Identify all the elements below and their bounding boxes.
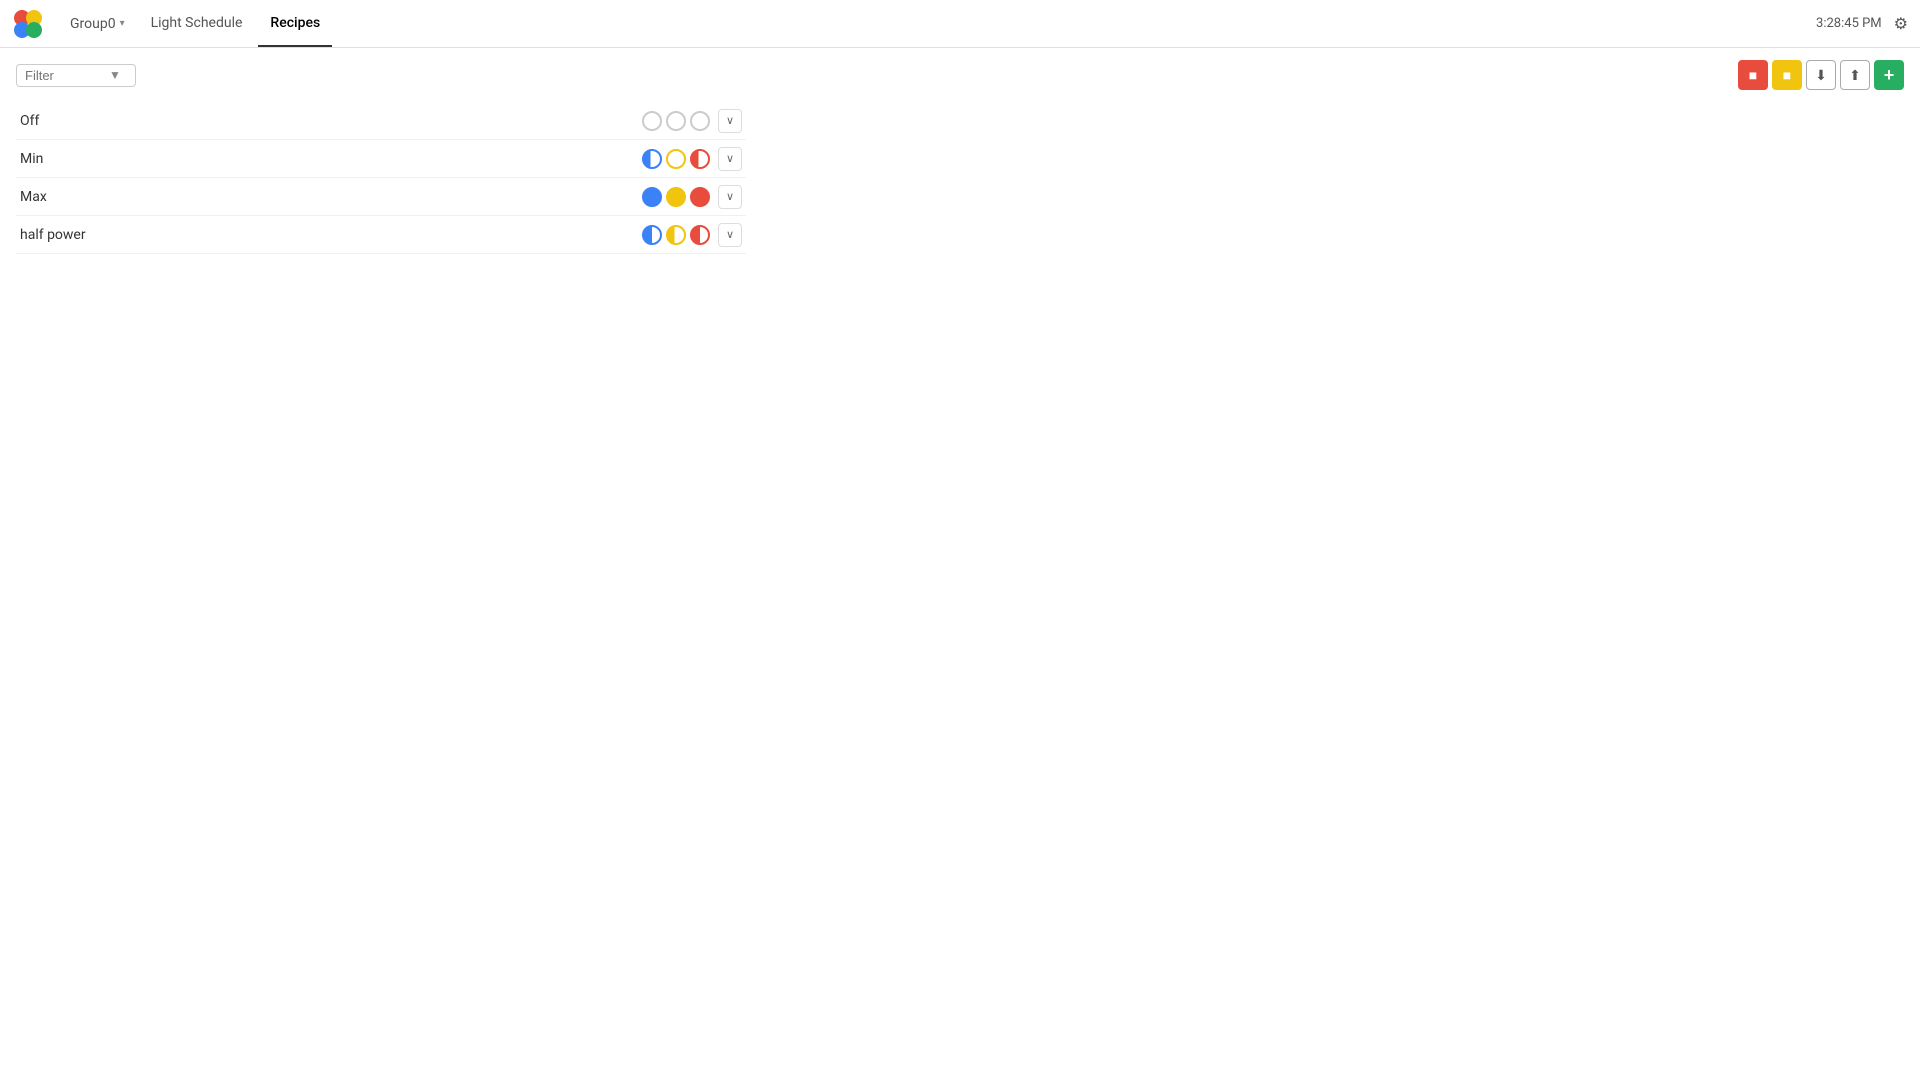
recipe-row[interactable]: Off ∨: [16, 102, 746, 140]
expand-off[interactable]: ∨: [718, 109, 742, 133]
color-circles-max: [642, 187, 710, 207]
recipe-name-halfpower: half power: [20, 227, 642, 243]
chevron-down-icon: ∨: [726, 190, 734, 203]
circle-3-max: [690, 187, 710, 207]
toolbar-buttons: ■ ■ ⬇ ⬆ +: [1738, 60, 1904, 90]
circle-2-max: [666, 187, 686, 207]
chevron-down-icon: ∨: [726, 152, 734, 165]
filter-icon: ▼: [109, 68, 121, 82]
recipe-name-max: Max: [20, 189, 642, 205]
import-icon: ⬇: [1815, 67, 1827, 84]
circle-1-off: [642, 111, 662, 131]
navbar: Group0 ▾ Light Schedule Recipes 3:28:45 …: [0, 0, 1920, 48]
circle-1-max: [642, 187, 662, 207]
recipe-name-off: Off: [20, 113, 642, 129]
circle-1-halfpower: [642, 225, 662, 245]
delete-icon: ■: [1749, 67, 1757, 83]
filter-input[interactable]: [25, 68, 105, 83]
settings-button[interactable]: ⚙: [1894, 14, 1908, 34]
recipe-row[interactable]: Max ∨: [16, 178, 746, 216]
recipe-name-min: Min: [20, 151, 642, 167]
recipe-row[interactable]: Min ∨: [16, 140, 746, 178]
group-tab[interactable]: Group0 ▾: [60, 0, 135, 47]
expand-halfpower[interactable]: ∨: [718, 223, 742, 247]
chevron-down-icon: ∨: [726, 114, 734, 127]
import-button[interactable]: ⬇: [1806, 60, 1836, 90]
recipe-row[interactable]: half power ∨: [16, 216, 746, 254]
export-icon: ⬆: [1849, 67, 1861, 84]
add-icon: +: [1884, 65, 1895, 86]
filter-wrap[interactable]: ▼: [16, 64, 136, 87]
chevron-down-icon: ∨: [726, 228, 734, 241]
circle-3-off: [690, 111, 710, 131]
gear-icon: ⚙: [1894, 14, 1908, 34]
tab-recipes[interactable]: Recipes: [258, 0, 332, 47]
export-button[interactable]: ⬆: [1840, 60, 1870, 90]
tab-light-schedule[interactable]: Light Schedule: [139, 0, 255, 47]
color-circles-min: [642, 149, 710, 169]
circle-2-off: [666, 111, 686, 131]
circle-2-halfpower: [666, 225, 686, 245]
edit-button[interactable]: ■: [1772, 60, 1802, 90]
group-chevron: ▾: [120, 18, 125, 29]
expand-min[interactable]: ∨: [718, 147, 742, 171]
add-recipe-button[interactable]: +: [1874, 60, 1904, 90]
app-logo: [12, 8, 44, 40]
toolbar: ▼ ■ ■ ⬇ ⬆ +: [16, 60, 1904, 90]
group-label: Group0: [70, 16, 116, 32]
circle-1-min: [642, 149, 662, 169]
expand-max[interactable]: ∨: [718, 185, 742, 209]
time-display: 3:28:45 PM: [1816, 16, 1882, 31]
color-circles-halfpower: [642, 225, 710, 245]
circle-3-halfpower: [690, 225, 710, 245]
recipe-list: Off ∨ Min ∨ Max: [16, 102, 746, 254]
color-circles-off: [642, 111, 710, 131]
circle-2-min: [666, 149, 686, 169]
nav-tabs: Group0 ▾ Light Schedule Recipes: [60, 0, 332, 47]
edit-icon: ■: [1783, 67, 1791, 83]
nav-right: 3:28:45 PM ⚙: [1816, 14, 1908, 34]
delete-button[interactable]: ■: [1738, 60, 1768, 90]
circle-3-min: [690, 149, 710, 169]
main-content: ▼ ■ ■ ⬇ ⬆ + Off: [0, 48, 1920, 266]
